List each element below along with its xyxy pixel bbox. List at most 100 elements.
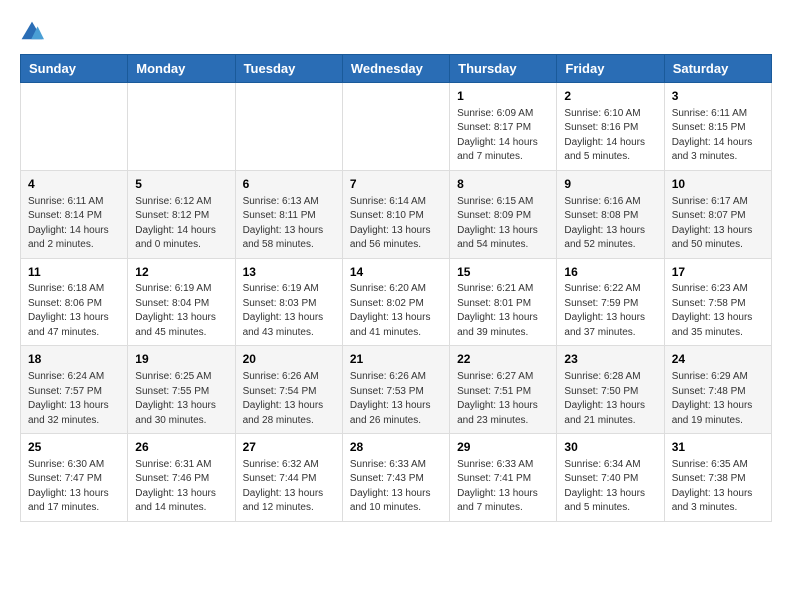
calendar-cell: 1Sunrise: 6:09 AMSunset: 8:17 PMDaylight… [450,83,557,171]
day-number: 29 [457,439,549,456]
day-info: Sunrise: 6:20 AMSunset: 8:02 PMDaylight:… [350,282,442,340]
day-info: Sunrise: 6:26 AMSunset: 7:53 PMDaylight:… [350,370,442,428]
weekday-header-thursday: Thursday [450,55,557,83]
day-number: 23 [564,351,656,368]
day-info: Sunrise: 6:17 AMSunset: 8:07 PMDaylight:… [672,195,764,253]
calendar-cell: 27 Sunrise: 6:32 AMSunset: 7:44 PMDayligh… [235,434,342,522]
day-info: Sunrise: 6:22 AMSunset: 7:59 PMDaylight:… [564,282,656,340]
weekday-header-monday: Monday [128,55,235,83]
day-info: Sunrise: 6:25 AMSunset: 7:55 PMDaylight:… [135,370,227,428]
day-info: Sunrise: 6:27 AMSunset: 7:51 PMDaylight:… [457,370,549,428]
calendar: SundayMondayTuesdayWednesdayThursdayFrid… [20,54,772,522]
day-number: 12 [135,264,227,281]
calendar-cell [342,83,449,171]
day-info: Sunrise: 6:16 AMSunset: 8:08 PMDaylight:… [564,195,656,253]
day-number: 7 [350,176,442,193]
calendar-cell: 15Sunrise: 6:21 AMSunset: 8:01 PMDayligh… [450,258,557,346]
day-number: 19 [135,351,227,368]
day-info: Sunrise: 6:18 AMSunset: 8:06 PMDaylight:… [28,282,120,340]
day-info: Sunrise: 6:23 AMSunset: 7:58 PMDaylight:… [672,282,764,340]
calendar-cell: 30 Sunrise: 6:34 AMSunset: 7:40 PMDayligh… [557,434,664,522]
day-number: 22 [457,351,549,368]
weekday-header-friday: Friday [557,55,664,83]
day-number: 28 [350,439,442,456]
day-number: 5 [135,176,227,193]
calendar-cell: 20 Sunrise: 6:26 AMSunset: 7:54 PMDayligh… [235,346,342,434]
calendar-cell: 31 Sunrise: 6:35 AMSunset: 7:38 PMDayligh… [664,434,771,522]
day-number: 26 [135,439,227,456]
day-number: 31 [672,439,764,456]
day-number: 9 [564,176,656,193]
calendar-cell: 29 Sunrise: 6:33 AMSunset: 7:41 PMDayligh… [450,434,557,522]
calendar-cell: 12Sunrise: 6:19 AMSunset: 8:04 PMDayligh… [128,258,235,346]
calendar-cell: 4Sunrise: 6:11 AMSunset: 8:14 PMDaylight… [21,170,128,258]
day-info: Sunrise: 6:19 AMSunset: 8:03 PMDaylight:… [243,282,335,340]
calendar-cell: 17Sunrise: 6:23 AMSunset: 7:58 PMDayligh… [664,258,771,346]
day-number: 13 [243,264,335,281]
day-number: 6 [243,176,335,193]
header [20,20,772,44]
calendar-cell: 23 Sunrise: 6:28 AMSunset: 7:50 PMDayligh… [557,346,664,434]
day-number: 2 [564,88,656,105]
week-row-2: 4Sunrise: 6:11 AMSunset: 8:14 PMDaylight… [21,170,772,258]
calendar-cell: 28 Sunrise: 6:33 AMSunset: 7:43 PMDayligh… [342,434,449,522]
day-number: 30 [564,439,656,456]
day-info: Sunrise: 6:33 AMSunset: 7:41 PMDaylight:… [457,458,549,516]
day-info: Sunrise: 6:26 AMSunset: 7:54 PMDaylight:… [243,370,335,428]
calendar-cell: 22 Sunrise: 6:27 AMSunset: 7:51 PMDayligh… [450,346,557,434]
day-info: Sunrise: 6:10 AMSunset: 8:16 PMDaylight:… [564,107,656,165]
day-number: 1 [457,88,549,105]
day-info: Sunrise: 6:29 AMSunset: 7:48 PMDaylight:… [672,370,764,428]
weekday-header-wednesday: Wednesday [342,55,449,83]
day-info: Sunrise: 6:33 AMSunset: 7:43 PMDaylight:… [350,458,442,516]
day-info: Sunrise: 6:15 AMSunset: 8:09 PMDaylight:… [457,195,549,253]
calendar-cell: 7 Sunrise: 6:14 AMSunset: 8:10 PMDaylight… [342,170,449,258]
day-info: Sunrise: 6:32 AMSunset: 7:44 PMDaylight:… [243,458,335,516]
calendar-cell: 11Sunrise: 6:18 AMSunset: 8:06 PMDayligh… [21,258,128,346]
day-info: Sunrise: 6:30 AMSunset: 7:47 PMDaylight:… [28,458,120,516]
calendar-cell: 6 Sunrise: 6:13 AMSunset: 8:11 PMDaylight… [235,170,342,258]
logo [20,20,48,44]
day-number: 3 [672,88,764,105]
day-number: 17 [672,264,764,281]
calendar-cell: 9 Sunrise: 6:16 AMSunset: 8:08 PMDaylight… [557,170,664,258]
day-number: 10 [672,176,764,193]
calendar-cell: 19 Sunrise: 6:25 AMSunset: 7:55 PMDayligh… [128,346,235,434]
calendar-cell: 16Sunrise: 6:22 AMSunset: 7:59 PMDayligh… [557,258,664,346]
day-info: Sunrise: 6:24 AMSunset: 7:57 PMDaylight:… [28,370,120,428]
day-number: 18 [28,351,120,368]
day-info: Sunrise: 6:12 AMSunset: 8:12 PMDaylight:… [135,195,227,253]
day-number: 14 [350,264,442,281]
weekday-header-sunday: Sunday [21,55,128,83]
calendar-cell: 21 Sunrise: 6:26 AMSunset: 7:53 PMDayligh… [342,346,449,434]
day-info: Sunrise: 6:21 AMSunset: 8:01 PMDaylight:… [457,282,549,340]
calendar-cell: 2 Sunrise: 6:10 AMSunset: 8:16 PMDaylight… [557,83,664,171]
day-info: Sunrise: 6:28 AMSunset: 7:50 PMDaylight:… [564,370,656,428]
weekday-header-row: SundayMondayTuesdayWednesdayThursdayFrid… [21,55,772,83]
day-info: Sunrise: 6:13 AMSunset: 8:11 PMDaylight:… [243,195,335,253]
weekday-header-saturday: Saturday [664,55,771,83]
calendar-cell [235,83,342,171]
day-number: 20 [243,351,335,368]
day-info: Sunrise: 6:31 AMSunset: 7:46 PMDaylight:… [135,458,227,516]
calendar-cell [128,83,235,171]
calendar-cell: 3Sunrise: 6:11 AMSunset: 8:15 PMDaylight… [664,83,771,171]
calendar-cell: 13Sunrise: 6:19 AMSunset: 8:03 PMDayligh… [235,258,342,346]
day-number: 24 [672,351,764,368]
day-info: Sunrise: 6:19 AMSunset: 8:04 PMDaylight:… [135,282,227,340]
day-info: Sunrise: 6:35 AMSunset: 7:38 PMDaylight:… [672,458,764,516]
logo-icon [20,20,44,44]
day-number: 16 [564,264,656,281]
day-number: 15 [457,264,549,281]
day-info: Sunrise: 6:34 AMSunset: 7:40 PMDaylight:… [564,458,656,516]
calendar-cell: 10 Sunrise: 6:17 AMSunset: 8:07 PMDayligh… [664,170,771,258]
calendar-body: 1Sunrise: 6:09 AMSunset: 8:17 PMDaylight… [21,83,772,522]
day-number: 21 [350,351,442,368]
calendar-cell: 18 Sunrise: 6:24 AMSunset: 7:57 PMDayligh… [21,346,128,434]
day-number: 27 [243,439,335,456]
week-row-3: 11Sunrise: 6:18 AMSunset: 8:06 PMDayligh… [21,258,772,346]
day-number: 11 [28,264,120,281]
day-info: Sunrise: 6:14 AMSunset: 8:10 PMDaylight:… [350,195,442,253]
day-number: 4 [28,176,120,193]
calendar-cell [21,83,128,171]
